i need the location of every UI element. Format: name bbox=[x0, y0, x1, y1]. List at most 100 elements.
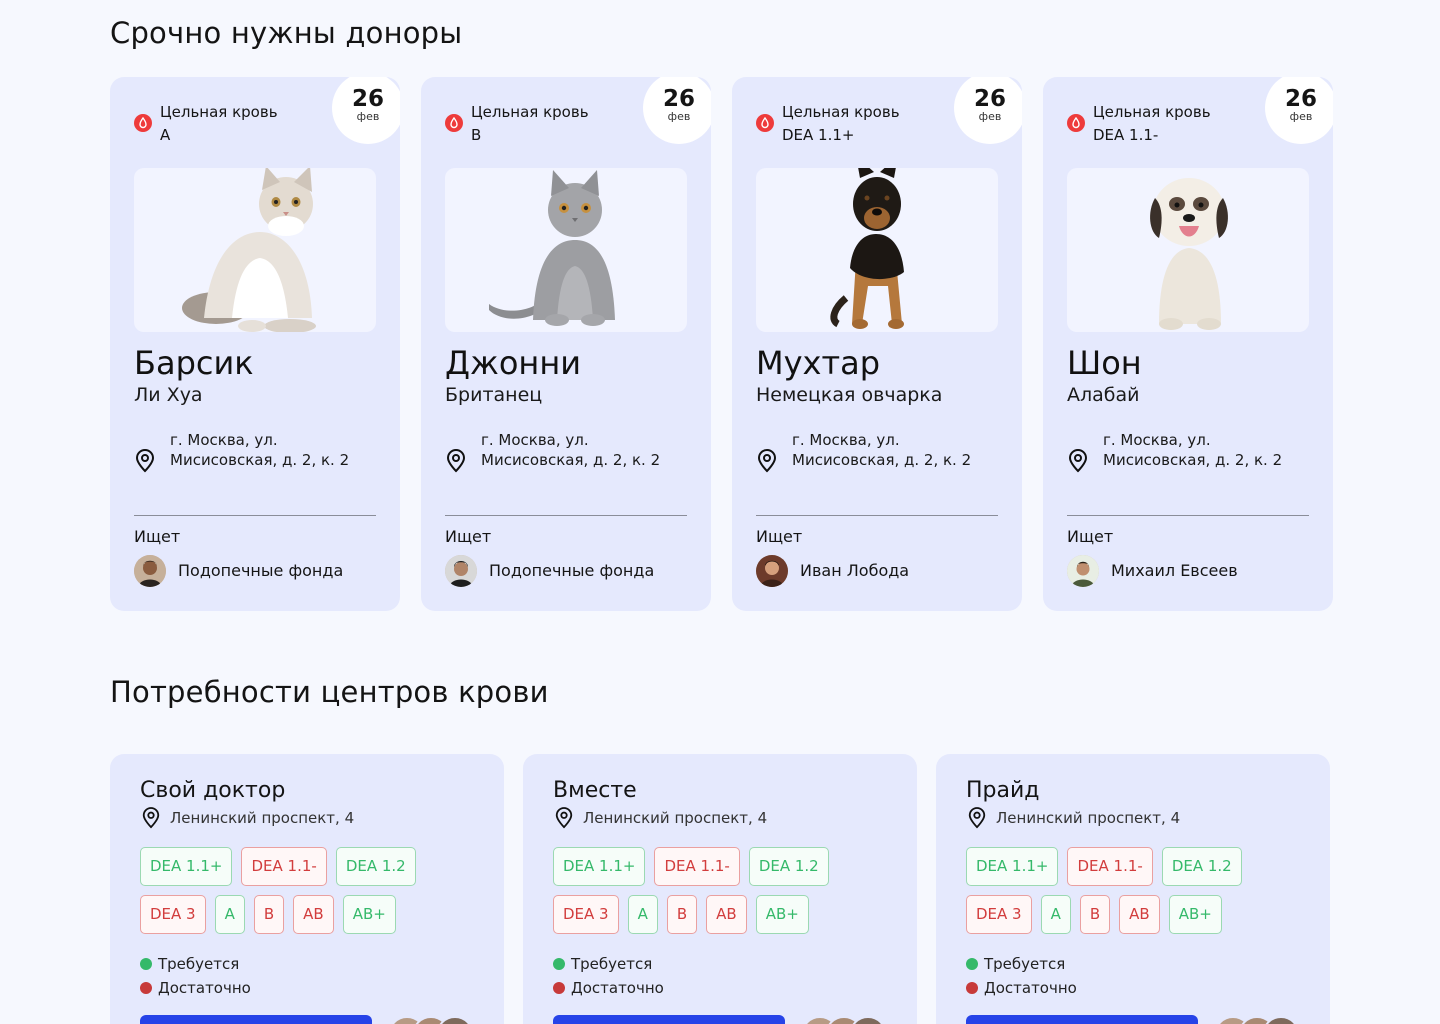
pet-breed: Алабай bbox=[1067, 384, 1140, 406]
date-day: 26 bbox=[351, 86, 384, 112]
date-day: 26 bbox=[973, 86, 1006, 112]
center-name: Прайд bbox=[966, 778, 1040, 803]
location-pin-icon bbox=[141, 807, 161, 833]
blood-type: Цельная кровь A bbox=[160, 101, 278, 147]
section-title-urgent-donors: Срочно нужны доноры bbox=[110, 16, 463, 50]
date-day: 26 bbox=[1284, 86, 1317, 112]
pet-photo bbox=[445, 168, 687, 332]
owner-name[interactable]: Подопечные фонда bbox=[489, 560, 654, 582]
pet-photo bbox=[1067, 168, 1309, 332]
date-badge: 26 фев bbox=[643, 77, 711, 144]
blood-group-tag: AB+ bbox=[1168, 895, 1222, 934]
grey-british-cat-icon bbox=[489, 170, 615, 326]
german-shepherd-puppy-icon bbox=[830, 168, 904, 329]
location-pin-icon bbox=[756, 449, 778, 477]
date-month: фев bbox=[667, 110, 691, 123]
owner-name[interactable]: Иван Лобода bbox=[800, 560, 909, 582]
seeking-label: Ищет bbox=[756, 527, 803, 546]
enough-dot-icon bbox=[553, 982, 565, 994]
center-action-button[interactable] bbox=[553, 1015, 785, 1024]
blood-center-card[interactable]: Прайд Ленинский проспект, 4 DEA 1.1+ DEA… bbox=[936, 754, 1330, 1024]
blood-group-tag: DEA 1.1- bbox=[241, 847, 327, 886]
location-pin-icon bbox=[445, 449, 467, 477]
enough-dot-icon bbox=[966, 982, 978, 994]
owner-name[interactable]: Михаил Евсеев bbox=[1111, 560, 1238, 582]
divider bbox=[445, 515, 687, 516]
blood-group-tag: DEA 1.1- bbox=[1067, 847, 1153, 886]
legend-required: Требуется bbox=[571, 955, 653, 973]
center-address: Ленинский проспект, 4 bbox=[170, 809, 355, 827]
required-dot-icon bbox=[140, 958, 152, 970]
avatar bbox=[1262, 1016, 1300, 1024]
fluffy-white-cat-icon bbox=[182, 168, 316, 332]
date-month: фев bbox=[978, 110, 1002, 123]
center-action-button[interactable] bbox=[966, 1015, 1198, 1024]
divider bbox=[756, 515, 998, 516]
blood-drop-icon bbox=[756, 114, 774, 132]
enough-dot-icon bbox=[140, 982, 152, 994]
legend-enough: Достаточно bbox=[158, 979, 251, 997]
center-name: Вместе bbox=[553, 778, 637, 803]
blood-group-tag: AB+ bbox=[342, 895, 396, 934]
seeking-label: Ищет bbox=[445, 527, 492, 546]
divider bbox=[134, 515, 376, 516]
donor-card[interactable]: 26 фев Цельная кровь DEA 1.1- Шон Алабай… bbox=[1043, 77, 1333, 611]
donor-card[interactable]: 26 фев Цельная кровь B Джонни Британец г… bbox=[421, 77, 711, 611]
center-name: Свой доктор bbox=[140, 778, 286, 803]
blood-group-tag: DEA 1.1+ bbox=[553, 847, 646, 886]
blood-group-tag: A bbox=[1040, 895, 1071, 934]
center-address: Ленинский проспект, 4 bbox=[583, 809, 768, 827]
pet-photo bbox=[756, 168, 998, 332]
legend-enough: Достаточно bbox=[984, 979, 1077, 997]
pet-breed: Британец bbox=[445, 384, 543, 406]
white-alabai-puppy-icon bbox=[1150, 178, 1228, 330]
blood-group-tag: DEA 1.1+ bbox=[140, 847, 233, 886]
required-dot-icon bbox=[553, 958, 565, 970]
location-pin-icon bbox=[1067, 449, 1089, 477]
blood-type-group: A bbox=[160, 126, 171, 144]
owner-avatar[interactable] bbox=[756, 555, 788, 587]
blood-center-cards-row: Свой доктор Ленинский проспект, 4 DEA 1.… bbox=[110, 754, 1330, 1024]
avatar-stack bbox=[388, 1016, 478, 1024]
pet-address: г. Москва, ул. Мисисовская, д. 2, к. 2 bbox=[792, 431, 972, 469]
blood-drop-icon bbox=[1067, 114, 1085, 132]
donor-card[interactable]: 26 фев Цельная кровь DEA 1.1+ Мухтар Нем… bbox=[732, 77, 1022, 611]
owner-avatar[interactable] bbox=[445, 555, 477, 587]
blood-type: Цельная кровь B bbox=[471, 101, 589, 147]
date-day: 26 bbox=[662, 86, 695, 112]
seeking-label: Ищет bbox=[1067, 527, 1114, 546]
seeking-label: Ищет bbox=[134, 527, 181, 546]
blood-group-tags: DEA 1.1+ DEA 1.1- DEA 1.2 DEA 3 A B AB A… bbox=[966, 847, 1306, 943]
pet-address: г. Москва, ул. Мисисовская, д. 2, к. 2 bbox=[1103, 431, 1283, 469]
status-legend: Требуется Достаточно bbox=[553, 952, 664, 1000]
pet-name: Джонни bbox=[445, 344, 582, 382]
blood-type-kind: Цельная кровь bbox=[160, 103, 278, 121]
blood-group-tag: B bbox=[253, 895, 285, 934]
pet-photo bbox=[134, 168, 376, 332]
blood-center-card[interactable]: Свой доктор Ленинский проспект, 4 DEA 1.… bbox=[110, 754, 504, 1024]
blood-group-tag: DEA 1.1- bbox=[654, 847, 740, 886]
location-pin-icon bbox=[134, 449, 156, 477]
owner-avatar[interactable] bbox=[134, 555, 166, 587]
blood-type-group: DEA 1.1- bbox=[1093, 126, 1159, 144]
required-dot-icon bbox=[966, 958, 978, 970]
donor-card[interactable]: 26 фев Цельная кровь A Барсик Ли Хуа г. … bbox=[110, 77, 400, 611]
center-action-button[interactable] bbox=[140, 1015, 372, 1024]
owner-name[interactable]: Подопечные фонда bbox=[178, 560, 343, 582]
pet-name: Мухтар bbox=[756, 344, 881, 382]
blood-type-kind: Цельная кровь bbox=[782, 103, 900, 121]
location-pin-icon bbox=[554, 807, 574, 833]
blood-group-tag: AB bbox=[706, 895, 747, 934]
blood-group-tag: AB bbox=[1119, 895, 1160, 934]
date-month: фев bbox=[1289, 110, 1313, 123]
blood-type: Цельная кровь DEA 1.1+ bbox=[782, 101, 900, 147]
owner-avatar[interactable] bbox=[1067, 555, 1099, 587]
blood-type-group: DEA 1.1+ bbox=[782, 126, 855, 144]
blood-group-tag: DEA 1.2 bbox=[748, 847, 829, 886]
pet-address: г. Москва, ул. Мисисовская, д. 2, к. 2 bbox=[481, 431, 661, 469]
pet-breed: Немецкая овчарка bbox=[756, 384, 943, 406]
blood-center-card[interactable]: Вместе Ленинский проспект, 4 DEA 1.1+ DE… bbox=[523, 754, 917, 1024]
date-badge: 26 фев bbox=[332, 77, 400, 144]
blood-type-group: B bbox=[471, 126, 482, 144]
legend-required: Требуется bbox=[158, 955, 240, 973]
